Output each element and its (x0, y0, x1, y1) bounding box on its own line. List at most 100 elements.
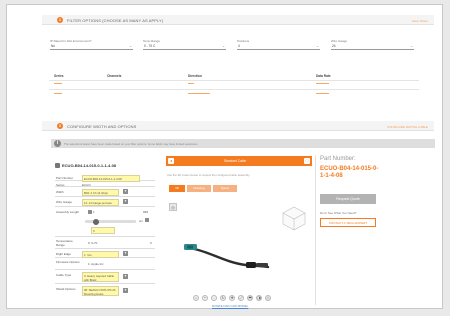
camera-icon[interactable]: ◎ (169, 203, 177, 211)
tab-3d[interactable]: 3D (169, 185, 185, 192)
filter-select[interactable]: No ⌄ (50, 44, 133, 50)
config-key: Cable Type (56, 273, 72, 277)
chevron-down-icon: ⌄ (410, 43, 413, 48)
tab-drawing[interactable]: Drawing (187, 185, 211, 192)
main-frame: 1 FILTER OPTIONS (CHOOSE AS MANY AS APPL… (6, 4, 443, 309)
column-header: Series (54, 74, 64, 78)
right-edge-select[interactable]: 1: Yes (82, 251, 119, 258)
column-header: Direction (188, 74, 202, 78)
divider (49, 80, 419, 81)
download-cad-link[interactable]: DOWNLOAD CAD MODEL (212, 304, 248, 308)
cable-type-select[interactable]: 4: Heavy Layered Cable with Braid (82, 272, 119, 282)
divider (315, 155, 316, 305)
zoom-in-icon[interactable]: + (202, 295, 208, 301)
viewer-title: Standard Cable (224, 159, 247, 163)
side-view-icon[interactable]: ◨ (256, 295, 262, 301)
filter-select[interactable]: 0 - 70 C ⌄ (143, 44, 226, 50)
config-key: Part Number (56, 176, 74, 180)
configure-mating-link[interactable]: CONFIGURE MATING CABLE (387, 125, 428, 129)
slider-handle[interactable] (93, 218, 99, 225)
config-row: Part Number ECUO-B04-14-015-0-1-1-4-08 (55, 174, 155, 182)
chevron-down-icon: ⌄ (316, 43, 319, 48)
config-row: Shield Options 08: SEAM-N WITH PLUS Moun… (55, 284, 155, 298)
help-note: Don't See What You Need? (320, 211, 357, 215)
column-header: Data Rate (316, 74, 331, 78)
filter-select[interactable]: 24 ⌄ (331, 44, 414, 50)
fullscreen-icon[interactable]: □ (304, 158, 310, 164)
chevron-down-icon[interactable]: ▾ (123, 274, 128, 279)
step-badge: 2 (57, 123, 63, 129)
step-badge: 1 (57, 17, 63, 23)
config-row: Temperature Range 0: 0-70 C (55, 237, 155, 249)
note-text: The selections below have been made base… (64, 141, 199, 146)
config-row: Cable Type 4: Heavy Layered Cable with B… (55, 270, 155, 284)
document-icon (55, 163, 60, 169)
filter-label: IP Rated for Wet Environment? (50, 39, 92, 43)
slider-max: 999 (143, 210, 149, 214)
config-row: Assembly Length 1 999 cm 0 (55, 207, 155, 237)
filter-label: Temp Range (143, 39, 161, 43)
config-key: Right Edge (56, 252, 71, 256)
chevron-down-icon[interactable]: ▾ (123, 288, 128, 293)
length-stepper[interactable] (88, 210, 92, 214)
toggle-icon[interactable] (145, 218, 149, 222)
length-input[interactable]: 0 (91, 227, 115, 234)
config-key: Temperature Range (56, 239, 73, 247)
contact-expert-button[interactable]: CONTACT A TECH EXPERT (320, 218, 376, 227)
config-value: 1: Apple Inc (88, 262, 104, 266)
filter-label: Positions (237, 39, 250, 43)
top-view-icon[interactable]: ⬒ (247, 295, 253, 301)
config-row: Firmware Options 1: Apple Inc (55, 258, 155, 270)
config-row: Wire Gauge 14: 14 Gauge per lane ▾ (55, 197, 155, 207)
unit-label: cm (139, 219, 143, 223)
chevron-down-icon[interactable]: ▾ (123, 189, 128, 194)
config-key: Series (56, 182, 65, 187)
info-icon: i (54, 140, 61, 147)
shield-options-select[interactable]: 08: SEAM-N WITH PLUS Mounting Holes (82, 286, 119, 296)
fit-icon[interactable]: ⤢ (238, 295, 244, 301)
configure-section-header: 2 CONFIGURE WIDTH AND OPTIONS CONFIGURE … (42, 121, 434, 131)
config-key: Shield Options (56, 287, 76, 291)
table-cell-link[interactable] (316, 93, 329, 95)
viewer-subtitle: Use the 3D model viewer to inspect the c… (167, 173, 251, 177)
divider (49, 89, 419, 90)
config-key: Firmware Options (56, 260, 80, 264)
request-quote-button[interactable]: Request Quote (320, 194, 376, 204)
wire-gauge-select[interactable]: 14: 14 Gauge per lane (82, 199, 119, 206)
table-cell-link[interactable] (188, 83, 194, 85)
pan-icon[interactable]: ✥ (229, 295, 235, 301)
config-key: Wire Gauge (56, 200, 73, 204)
filter-label: Wire Gauge (331, 39, 348, 43)
width-select[interactable]: B04: 4 Ch 14 Gbps (82, 189, 119, 196)
config-key: Assembly Length (56, 210, 80, 214)
zoom-out-icon[interactable]: - (211, 295, 217, 301)
search-icon[interactable]: ⌕ (193, 295, 199, 301)
config-row: Right Edge 1: Yes ▾ (55, 249, 155, 258)
slider-min: 1 (93, 210, 95, 214)
part-number-label: Part Number: (320, 156, 356, 162)
expand-icon[interactable]: ◂ (168, 158, 174, 164)
cable-model-image (184, 244, 270, 269)
section-title: CONFIGURE WIDTH AND OPTIONS (67, 124, 137, 129)
filter-section-header: 1 FILTER OPTIONS (CHOOSE AS MANY AS APPL… (42, 15, 434, 25)
clear-filters-link[interactable]: Clear Filters (412, 19, 428, 23)
rotate-icon[interactable]: ↻ (220, 295, 226, 301)
part-number-value: ECUO-B04-14-015-0-1-1-4-08 (320, 166, 379, 179)
table-cell-link[interactable] (188, 93, 210, 95)
config-key: Width (56, 190, 64, 194)
chevron-down-icon: ⌄ (129, 43, 132, 48)
table-cell-link[interactable] (54, 93, 62, 95)
table-cell-link[interactable] (316, 83, 329, 85)
part-heading: ECUO-B04-14-015-0-1-1-4-08 (55, 163, 116, 169)
section-title: FILTER OPTIONS (CHOOSE AS MANY AS APPLY) (67, 18, 164, 23)
table-cell-link[interactable] (54, 83, 62, 85)
print-icon[interactable]: ⎙ (265, 295, 271, 301)
chevron-down-icon[interactable]: ▾ (123, 251, 128, 256)
tab-specs[interactable]: Specs (213, 185, 237, 192)
chevron-down-icon: ⌄ (222, 43, 225, 48)
view-cube-icon[interactable] (282, 206, 307, 231)
filter-select[interactable]: 4 ⌄ (237, 44, 320, 50)
info-note: i The selections below have been made ba… (51, 139, 435, 148)
column-header: Channels (107, 74, 122, 78)
chevron-down-icon[interactable]: ▾ (123, 199, 128, 204)
